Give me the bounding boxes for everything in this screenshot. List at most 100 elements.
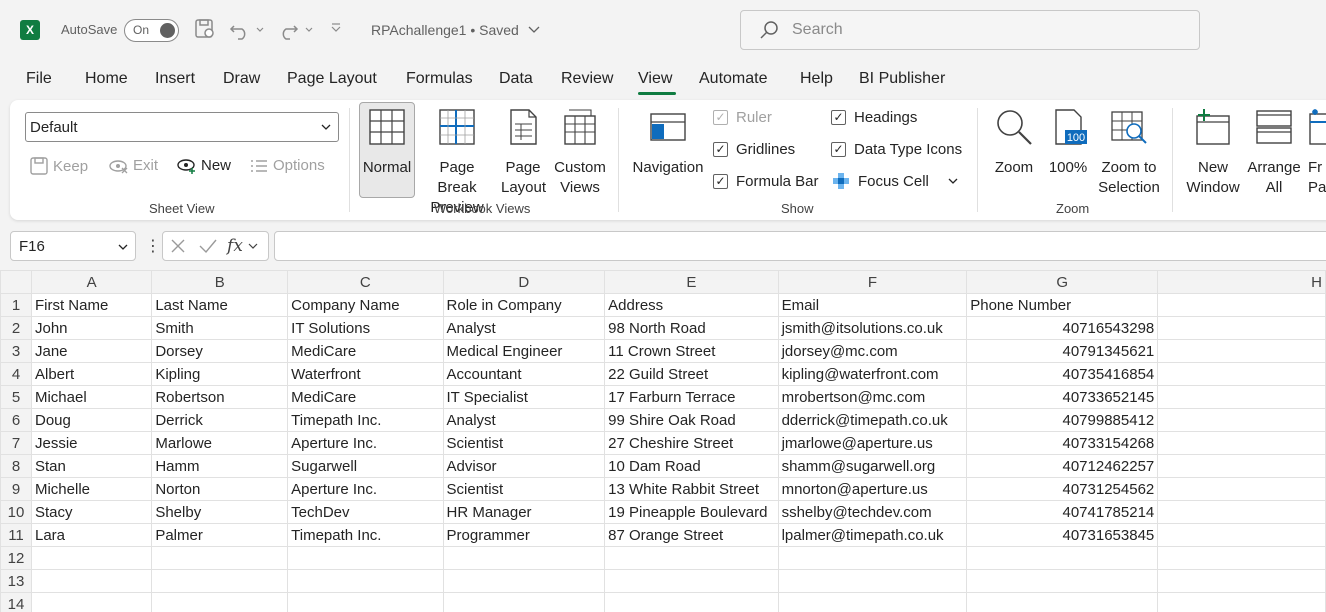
autosave-toggle[interactable]: On	[124, 19, 179, 42]
headings-checkbox[interactable]: ✓ Headings	[831, 109, 917, 126]
cell[interactable]: Jane	[30, 339, 153, 363]
cell[interactable]: 98 North Road	[604, 316, 779, 340]
cell[interactable]	[151, 569, 289, 593]
cell[interactable]: 40791345621	[966, 339, 1159, 363]
row-header[interactable]: 11	[0, 523, 32, 547]
redo-icon[interactable]	[277, 18, 313, 45]
cell[interactable]	[30, 592, 153, 612]
cell[interactable]	[777, 592, 968, 612]
options-button[interactable]: Options	[250, 157, 325, 174]
row-header[interactable]: 7	[0, 431, 32, 455]
cell[interactable]: 40731653845	[966, 523, 1159, 547]
undo-icon[interactable]	[228, 18, 264, 45]
cell[interactable]: Phone Number	[966, 293, 1159, 317]
zoom-button[interactable]: Zoom	[990, 104, 1038, 178]
cell[interactable]: Dorsey	[151, 339, 289, 363]
new-sheet-view-button[interactable]: New	[176, 157, 231, 174]
row-header[interactable]: 13	[0, 569, 32, 593]
cell[interactable]: 40733652145	[966, 385, 1159, 409]
tab-draw[interactable]: Draw	[223, 70, 260, 88]
cell[interactable]: Advisor	[442, 454, 606, 478]
column-header-e[interactable]: E	[604, 270, 779, 294]
cell[interactable]	[1157, 523, 1326, 547]
cell[interactable]: John	[30, 316, 153, 340]
cell[interactable]	[777, 546, 968, 570]
normal-view-button[interactable]: Normal	[359, 104, 415, 178]
arrange-all-button[interactable]: Arrange All	[1246, 104, 1302, 198]
name-box[interactable]: F16	[10, 231, 136, 261]
cell[interactable]: Lara	[30, 523, 153, 547]
cell[interactable]: shamm@sugarwell.org	[777, 454, 968, 478]
cell[interactable]: Waterfront	[287, 362, 444, 386]
new-window-button[interactable]: New Window	[1186, 104, 1240, 198]
cell[interactable]	[604, 569, 779, 593]
cell[interactable]	[604, 546, 779, 570]
cell[interactable]: Email	[777, 293, 968, 317]
document-title[interactable]: RPAchallenge1 • Saved	[371, 22, 541, 38]
cell[interactable]: Palmer	[151, 523, 289, 547]
cell[interactable]: 19 Pineapple Boulevard	[604, 500, 779, 524]
cell[interactable]: Timepath Inc.	[287, 408, 444, 432]
formula-input[interactable]	[274, 231, 1326, 261]
tab-bi-publisher[interactable]: BI Publisher	[859, 70, 945, 88]
cell[interactable]: Timepath Inc.	[287, 523, 444, 547]
cell[interactable]: jsmith@itsolutions.co.uk	[777, 316, 968, 340]
row-header[interactable]: 1	[0, 293, 32, 317]
tab-view[interactable]: View	[638, 70, 672, 88]
cell[interactable]	[1157, 500, 1326, 524]
row-header[interactable]: 5	[0, 385, 32, 409]
cell[interactable]: Last Name	[151, 293, 289, 317]
ruler-checkbox[interactable]: ✓ Ruler	[713, 109, 772, 126]
zoom-100-button[interactable]: 100 100%	[1046, 104, 1090, 178]
navigation-button[interactable]: Navigation	[628, 104, 708, 178]
cell[interactable]: Albert	[30, 362, 153, 386]
row-header[interactable]: 10	[0, 500, 32, 524]
cell[interactable]: 40712462257	[966, 454, 1159, 478]
cell[interactable]: Analyst	[442, 316, 606, 340]
cell[interactable]: First Name	[30, 293, 153, 317]
cell[interactable]: mrobertson@mc.com	[777, 385, 968, 409]
cell[interactable]: TechDev	[287, 500, 444, 524]
tab-formulas[interactable]: Formulas	[406, 70, 473, 88]
column-header-d[interactable]: D	[442, 270, 606, 294]
cell[interactable]	[966, 569, 1159, 593]
row-header[interactable]: 4	[0, 362, 32, 386]
cell[interactable]	[1157, 339, 1326, 363]
cell[interactable]: 87 Orange Street	[604, 523, 779, 547]
cell[interactable]: MediCare	[287, 385, 444, 409]
cell[interactable]: Stacy	[30, 500, 153, 524]
cell[interactable]: jdorsey@mc.com	[777, 339, 968, 363]
cell[interactable]: 40731254562	[966, 477, 1159, 501]
cell[interactable]: 10 Dam Road	[604, 454, 779, 478]
cell[interactable]: 27 Cheshire Street	[604, 431, 779, 455]
cell[interactable]: sshelby@techdev.com	[777, 500, 968, 524]
cell[interactable]	[151, 592, 289, 612]
cell[interactable]	[1157, 293, 1326, 317]
cell[interactable]: 40735416854	[966, 362, 1159, 386]
cell[interactable]	[966, 546, 1159, 570]
zoom-to-selection-button[interactable]: Zoom to Selection	[1094, 104, 1164, 198]
cell[interactable]: IT Solutions	[287, 316, 444, 340]
column-header-c[interactable]: C	[287, 270, 444, 294]
cell[interactable]: mnorton@aperture.us	[777, 477, 968, 501]
cell[interactable]	[442, 569, 606, 593]
cell[interactable]: 40733154268	[966, 431, 1159, 455]
cell[interactable]	[1157, 408, 1326, 432]
chevron-down-icon[interactable]	[947, 176, 959, 186]
cell[interactable]	[442, 546, 606, 570]
freeze-panes-button[interactable]: Fr Pa	[1308, 104, 1326, 198]
row-header[interactable]: 9	[0, 477, 32, 501]
cell[interactable]	[966, 592, 1159, 612]
row-header[interactable]: 8	[0, 454, 32, 478]
cell[interactable]: Address	[604, 293, 779, 317]
cell[interactable]: 13 White Rabbit Street	[604, 477, 779, 501]
cell[interactable]: Programmer	[442, 523, 606, 547]
tab-review[interactable]: Review	[561, 70, 613, 88]
cell[interactable]: 17 Farburn Terrace	[604, 385, 779, 409]
cell[interactable]: Aperture Inc.	[287, 431, 444, 455]
cell[interactable]: Role in Company	[442, 293, 606, 317]
customize-toolbar-icon[interactable]	[330, 22, 342, 37]
cell[interactable]: Company Name	[287, 293, 444, 317]
cell[interactable]	[30, 569, 153, 593]
cell[interactable]	[1157, 454, 1326, 478]
